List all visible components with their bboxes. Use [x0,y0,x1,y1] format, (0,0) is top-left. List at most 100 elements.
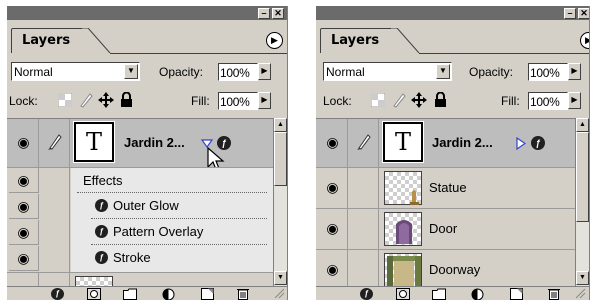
visibility-toggle[interactable]: ◉ [318,119,348,167]
lock-transparency-icon[interactable] [370,92,386,111]
new-set-icon[interactable] [123,287,137,300]
close-button[interactable]: ✕ [578,8,589,19]
eye-icon[interactable]: ◉ [326,261,338,277]
layer-thumbnail[interactable] [384,171,422,205]
new-layer-icon[interactable] [510,287,523,300]
blend-mode-select[interactable]: Normal ▼ [323,62,452,81]
text-layer-thumbnail[interactable]: T [73,121,115,163]
eye-icon[interactable]: ◉ [326,134,338,150]
layer-name[interactable]: Statue [429,180,467,195]
opacity-field[interactable]: 100% [218,63,258,81]
layers-scrollbar[interactable]: ▲ ▼ [575,118,589,286]
visibility-toggle[interactable]: ◉ [318,168,348,208]
lock-move-icon[interactable] [98,92,114,112]
eye-icon[interactable]: ◉ [17,198,29,214]
panel-menu-button[interactable]: ▶ [266,32,283,49]
eye-icon[interactable]: ◉ [17,172,29,188]
layer-row-text[interactable]: ◉ T Jardin 2... ƒ [7,119,273,173]
lock-all-icon[interactable] [434,91,447,112]
fill-field[interactable]: 100% [528,92,568,110]
blend-mode-select[interactable]: Normal ▼ [11,62,140,81]
layer-row-partial[interactable] [7,273,273,286]
new-set-icon[interactable] [432,287,446,300]
layer-thumbnail[interactable] [384,212,422,246]
panel-menu-button[interactable]: ▶ [580,32,589,49]
visibility-toggle[interactable]: ◉ [9,246,39,271]
layer-name[interactable]: Door [429,221,457,236]
lock-move-icon[interactable] [411,92,427,112]
fill-slider-arrow[interactable]: ▶ [568,92,581,109]
panel-title-bar[interactable]: – ✕ [316,6,589,20]
minimize-button[interactable]: – [564,8,576,19]
layer-thumbnail[interactable] [75,276,113,286]
eye-icon[interactable]: ◉ [17,250,29,266]
layer-name[interactable]: Jardin 2... [432,135,493,150]
layer-row-statue[interactable]: ◉ Statue [316,168,575,208]
effects-expand-triangle-icon[interactable] [516,137,526,150]
visibility-toggle[interactable]: ◉ [9,168,39,193]
trash-icon[interactable] [237,287,249,300]
visibility-toggle[interactable]: ◉ [9,220,39,245]
link-cell[interactable] [40,119,70,167]
trash-icon[interactable] [548,287,560,300]
lock-transparency-icon[interactable] [57,92,73,111]
link-cell[interactable] [349,209,379,249]
visibility-toggle[interactable]: ◉ [9,194,39,219]
effect-item[interactable]: Stroke [113,250,151,265]
new-layer-icon[interactable] [201,287,214,300]
chevron-down-icon[interactable]: ▼ [124,64,138,79]
opacity-slider-arrow[interactable]: ▶ [258,63,271,80]
tab-layers[interactable]: Layers [11,28,83,53]
link-cell[interactable] [349,250,379,286]
layer-style-icon[interactable]: ƒ [360,288,373,300]
opacity-field[interactable]: 100% [528,63,568,81]
panel-title-bar[interactable]: – ✕ [7,6,287,20]
fill-slider-arrow[interactable]: ▶ [258,92,271,109]
scroll-thumb[interactable] [576,132,589,222]
tab-layers[interactable]: Layers [320,28,392,53]
effect-item[interactable]: Outer Glow [113,198,179,213]
layer-row-doorway[interactable]: ◉ Doorway [316,250,575,286]
layer-style-icon[interactable]: ƒ [51,288,64,300]
eye-icon[interactable]: ◉ [326,179,338,195]
eye-icon[interactable]: ◉ [17,134,29,150]
effects-header[interactable]: Effects [83,173,123,188]
effect-item[interactable]: Pattern Overlay [113,224,203,239]
link-cell[interactable] [349,168,379,208]
eye-icon[interactable]: ◉ [326,220,338,236]
layers-scrollbar[interactable]: ▲ ▼ [273,118,287,286]
scroll-down-button[interactable]: ▼ [274,271,287,285]
resize-grip-icon[interactable] [273,287,285,300]
chevron-down-icon[interactable]: ▼ [436,64,450,79]
lock-paint-icon[interactable] [79,92,93,112]
scroll-up-button[interactable]: ▲ [274,118,287,132]
eye-icon[interactable]: ◉ [17,224,29,240]
scroll-thumb[interactable] [274,132,287,186]
lock-paint-icon[interactable] [392,92,406,112]
visibility-toggle[interactable] [9,273,39,286]
adjustment-layer-icon[interactable] [471,287,484,300]
scroll-up-button[interactable]: ▲ [576,118,589,132]
layer-name[interactable]: Doorway [429,262,480,277]
layer-row-door[interactable]: ◉ Door [316,209,575,249]
adjustment-layer-icon[interactable] [162,287,175,300]
visibility-toggle[interactable]: ◉ [318,209,348,249]
add-mask-icon[interactable] [87,287,101,300]
resize-grip-icon[interactable] [574,287,586,300]
link-cell[interactable] [349,119,379,167]
link-cell[interactable] [40,273,70,286]
text-layer-thumbnail[interactable]: T [382,121,424,163]
close-button[interactable]: ✕ [272,8,284,19]
fill-field[interactable]: 100% [218,92,258,110]
visibility-toggle[interactable]: ◉ [9,119,39,167]
layer-effects-icon[interactable]: ƒ [531,136,545,150]
layer-name[interactable]: Jardin 2... [124,135,185,150]
minimize-button[interactable]: – [258,8,270,19]
opacity-slider-arrow[interactable]: ▶ [568,63,581,80]
lock-all-icon[interactable] [120,91,133,112]
add-mask-icon[interactable] [396,287,410,300]
visibility-toggle[interactable]: ◉ [318,250,348,286]
scroll-down-button[interactable]: ▼ [576,271,589,285]
layer-thumbnail[interactable] [384,253,422,286]
layer-row-text[interactable]: ◉ T Jardin 2... ƒ [316,119,575,167]
